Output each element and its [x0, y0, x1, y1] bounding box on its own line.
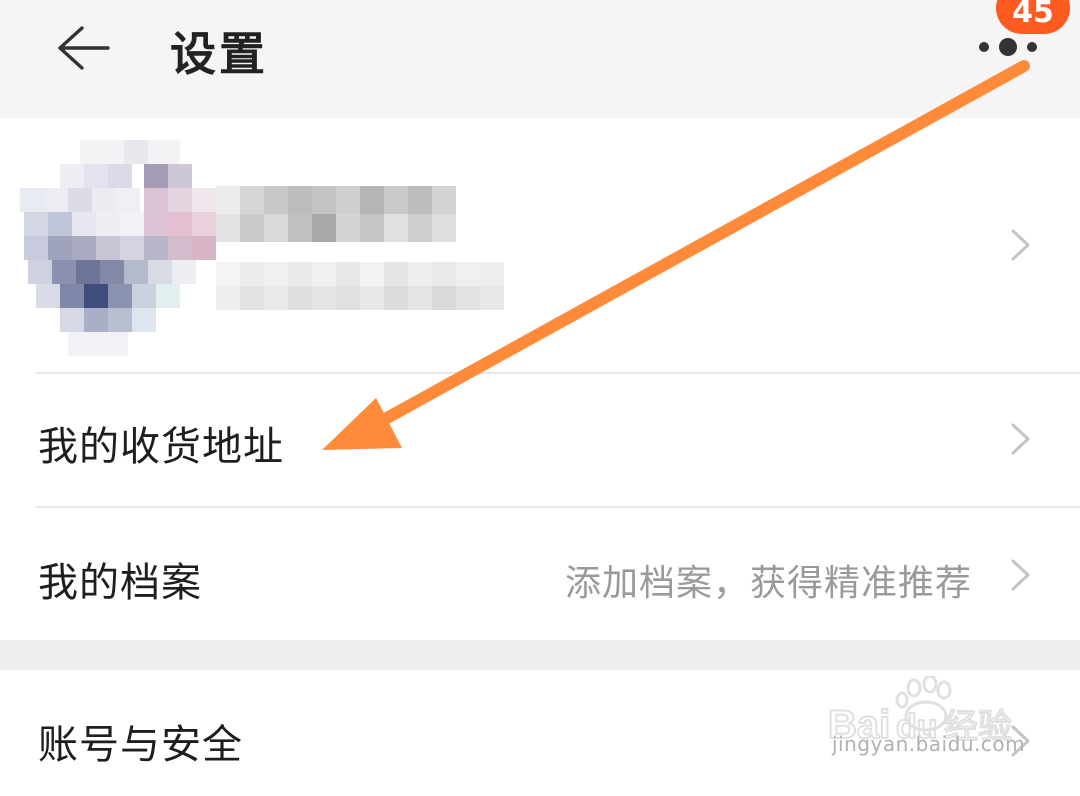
- my-profile-label: 我的档案: [38, 560, 202, 606]
- chevron-right-icon: [1011, 423, 1030, 455]
- username-blurred: [216, 186, 456, 242]
- shipping-address-label: 我的收货地址: [38, 424, 284, 470]
- shipping-address-row[interactable]: 我的收货地址: [0, 374, 1080, 506]
- chevron-right-icon: [1011, 559, 1030, 591]
- arrow-left-icon[interactable]: [52, 22, 112, 74]
- account-info-blurred: [216, 262, 504, 310]
- top-bar: 设置 45: [0, 0, 1080, 118]
- page-title: 设置: [170, 27, 268, 81]
- avatar: [20, 140, 216, 356]
- settings-card: 我的收货地址 我的档案 添加档案，获得精准推荐: [0, 118, 1080, 640]
- chevron-right-icon: [1011, 229, 1030, 261]
- my-profile-row[interactable]: 我的档案 添加档案，获得精准推荐: [0, 508, 1080, 640]
- profile-row[interactable]: [0, 118, 1080, 372]
- my-profile-hint: 添加档案，获得精准推荐: [564, 563, 972, 604]
- watermark-domain: jingyan.baidu.com: [832, 732, 1026, 756]
- account-security-label: 账号与安全: [38, 722, 243, 768]
- notification-badge: 45: [996, 0, 1070, 34]
- more-dots-icon[interactable]: [972, 30, 1044, 64]
- baidu-jingyan-watermark: Bai du 经验: [827, 676, 1013, 748]
